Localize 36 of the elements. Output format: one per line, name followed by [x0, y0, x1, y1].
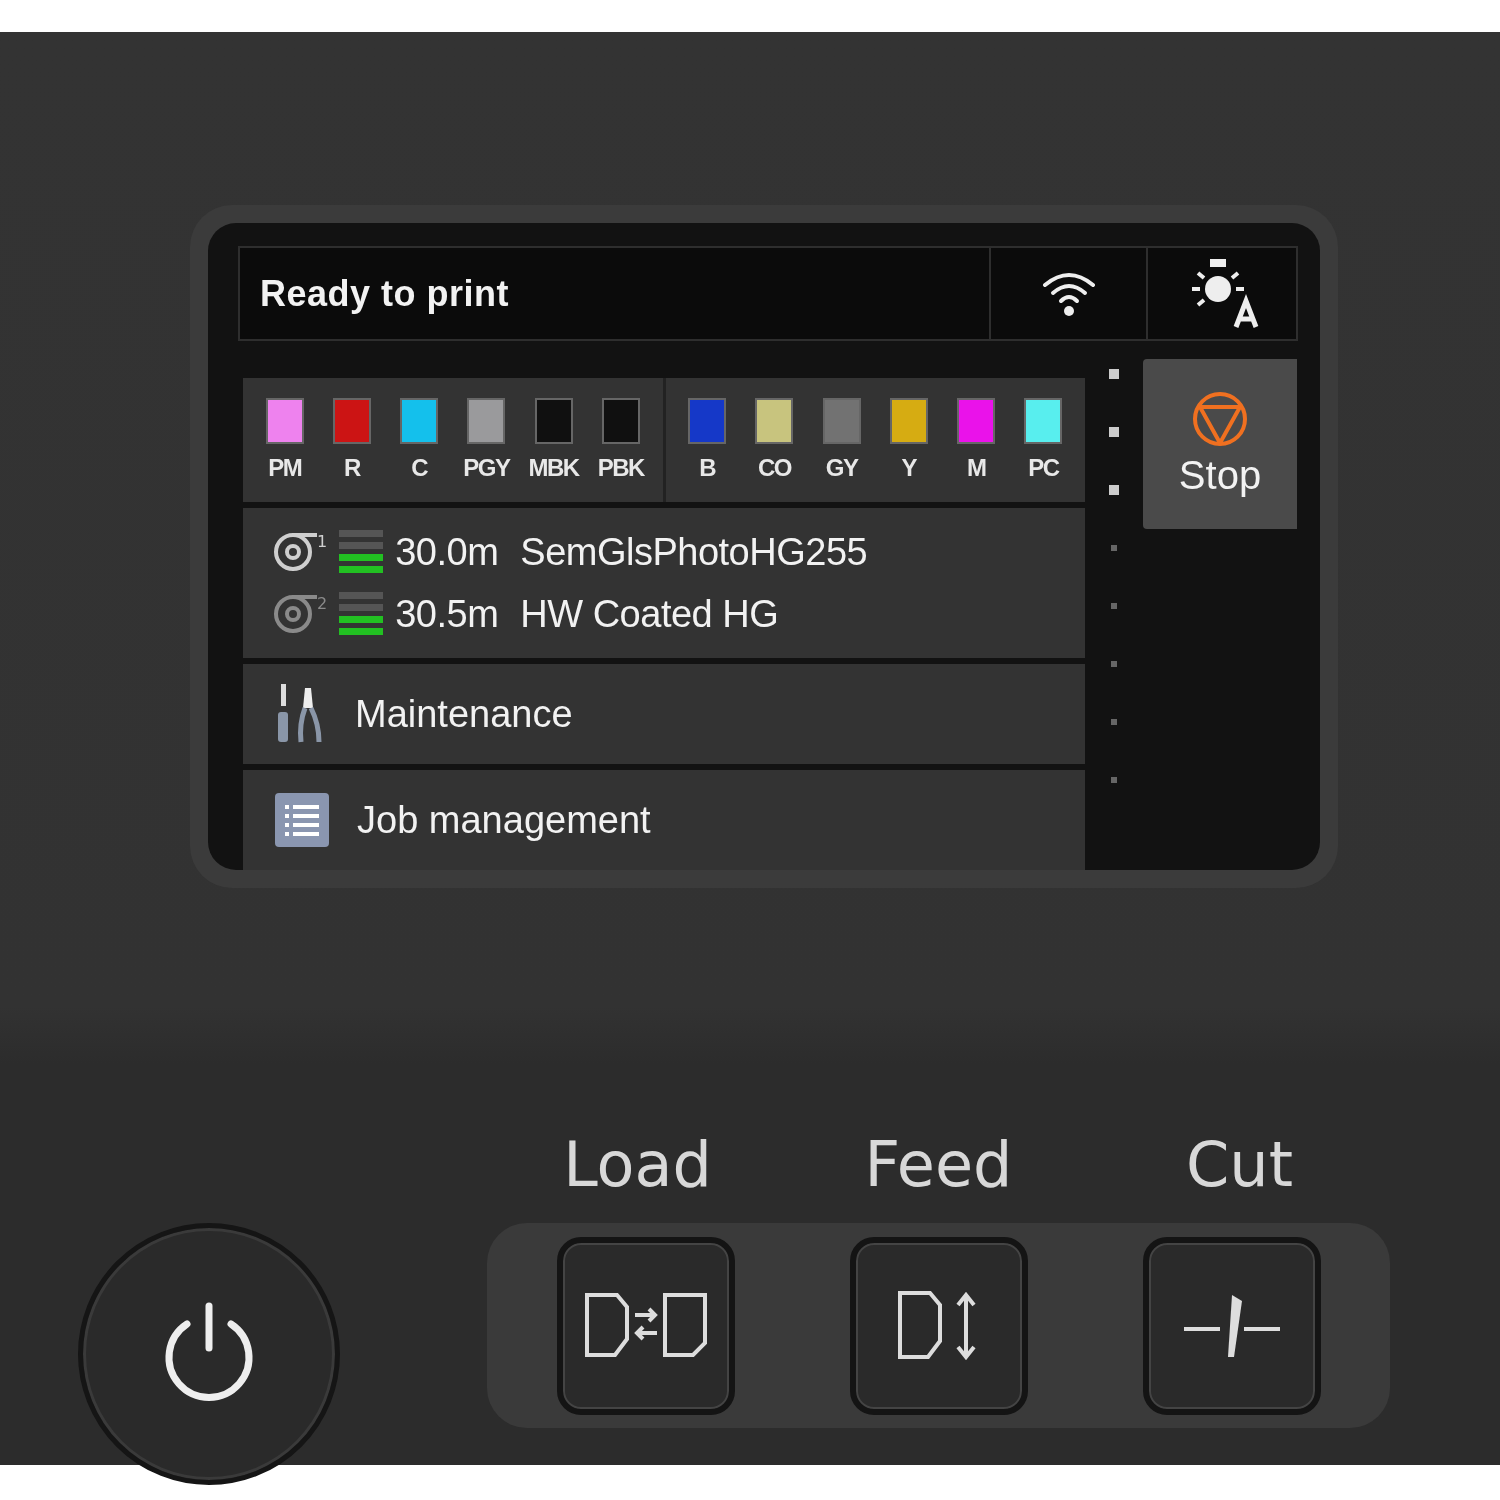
button-label: Cut: [1185, 1128, 1294, 1201]
menu-item[interactable]: Maintenance: [243, 664, 1085, 764]
wifi-icon[interactable]: [1040, 270, 1097, 317]
list-icon: [275, 793, 329, 847]
menu-label: Maintenance: [355, 692, 573, 736]
media-name: HW Coated HG: [520, 592, 779, 636]
roll-panel[interactable]: 1 30.0m SemGlsPhotoHG255 2 30.5m HW Coated HG: [243, 508, 1085, 658]
ink-label: MBK: [528, 454, 579, 482]
ink-label: GY: [825, 454, 858, 482]
stop-icon: [1192, 390, 1248, 447]
menu-label: Job management: [357, 798, 651, 842]
roll-length: 30.5m: [395, 592, 499, 636]
load-button[interactable]: [556, 1236, 735, 1415]
ink-label: PBK: [597, 454, 644, 482]
cut-button[interactable]: [1142, 1236, 1321, 1415]
stop-button[interactable]: Stop: [1143, 359, 1297, 529]
ink-label: PM: [268, 454, 302, 482]
roll-length: 30.0m: [395, 530, 499, 574]
media-name: SemGlsPhotoHG255: [520, 530, 868, 574]
ink-label: R: [343, 454, 360, 482]
load-icon: [584, 1292, 707, 1359]
ink-label: PGY: [463, 454, 510, 482]
ink-label: C: [411, 454, 428, 482]
button-label: Load: [562, 1128, 713, 1201]
roll-number: 2: [317, 594, 328, 613]
status-title: Ready to print: [259, 271, 510, 316]
menu-item[interactable]: Job management: [243, 770, 1085, 870]
ink-label: PC: [1028, 454, 1059, 482]
ink-label: Y: [901, 454, 917, 482]
roll-number: 1: [317, 532, 328, 551]
button-label: Feed: [863, 1128, 1014, 1201]
feed-button[interactable]: [849, 1236, 1028, 1415]
ink-label: M: [966, 454, 986, 482]
ink-label: B: [699, 454, 716, 482]
cutter-icon: [1181, 1292, 1282, 1359]
ink-label: CO: [757, 454, 791, 482]
